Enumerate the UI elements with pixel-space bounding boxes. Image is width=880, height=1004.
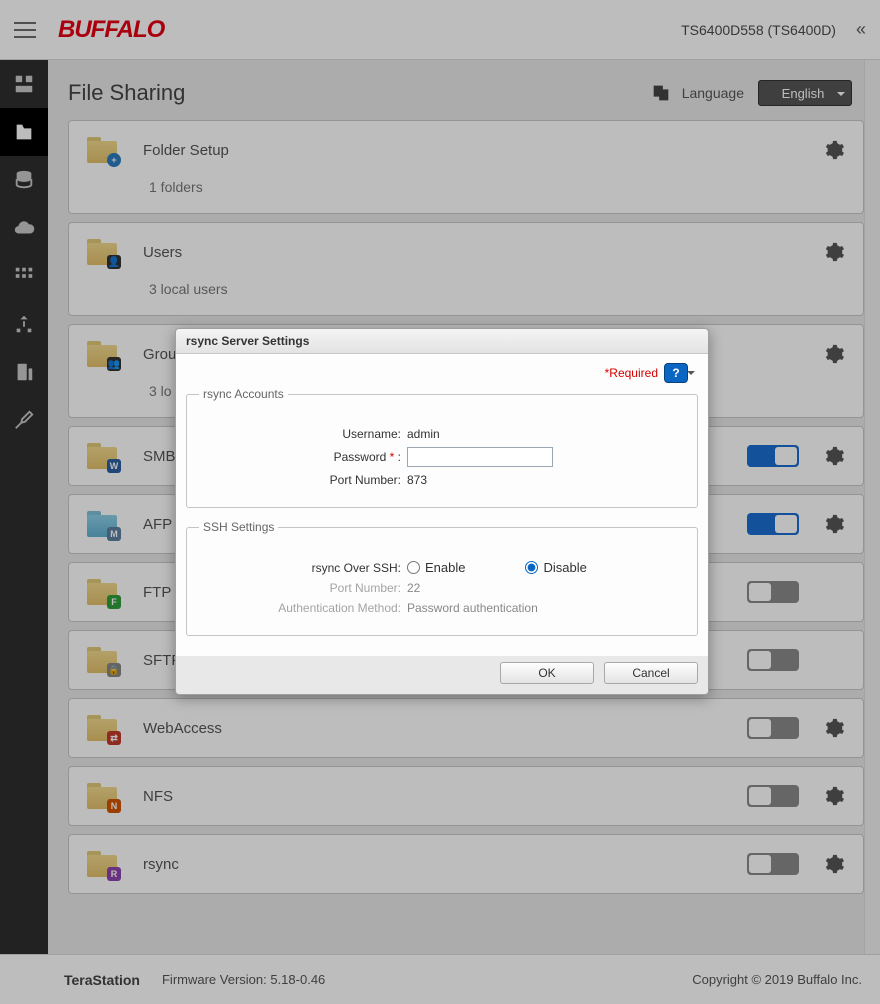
value-port: 873 [407,473,427,487]
modal-title: rsync Server Settings [176,329,708,354]
fieldset-rsync-accounts: rsync Accounts Username: admin Password … [186,387,698,508]
value-auth-method: Password authentication [407,601,538,615]
label-password: Password * : [199,450,407,464]
required-label: *Required [605,366,658,380]
label-ssh-port: Port Number: [199,581,407,595]
label-auth-method: Authentication Method: [199,601,407,615]
radio-disable[interactable]: Disable [525,560,586,575]
legend-ssh-settings: SSH Settings [199,520,278,534]
label-rsync-over-ssh: rsync Over SSH: [199,561,407,575]
legend-rsync-accounts: rsync Accounts [199,387,288,401]
label-port: Port Number: [199,473,407,487]
cancel-button[interactable]: Cancel [604,662,698,684]
password-input[interactable] [407,447,553,467]
value-username: admin [407,427,440,441]
radio-enable[interactable]: Enable [407,560,465,575]
fieldset-ssh-settings: SSH Settings rsync Over SSH: Enable Disa… [186,520,698,636]
label-username: Username: [199,427,407,441]
value-ssh-port: 22 [407,581,420,595]
rsync-settings-modal: rsync Server Settings *Required ? rsync … [175,328,709,695]
ok-button[interactable]: OK [500,662,594,684]
help-button[interactable]: ? [664,363,688,383]
